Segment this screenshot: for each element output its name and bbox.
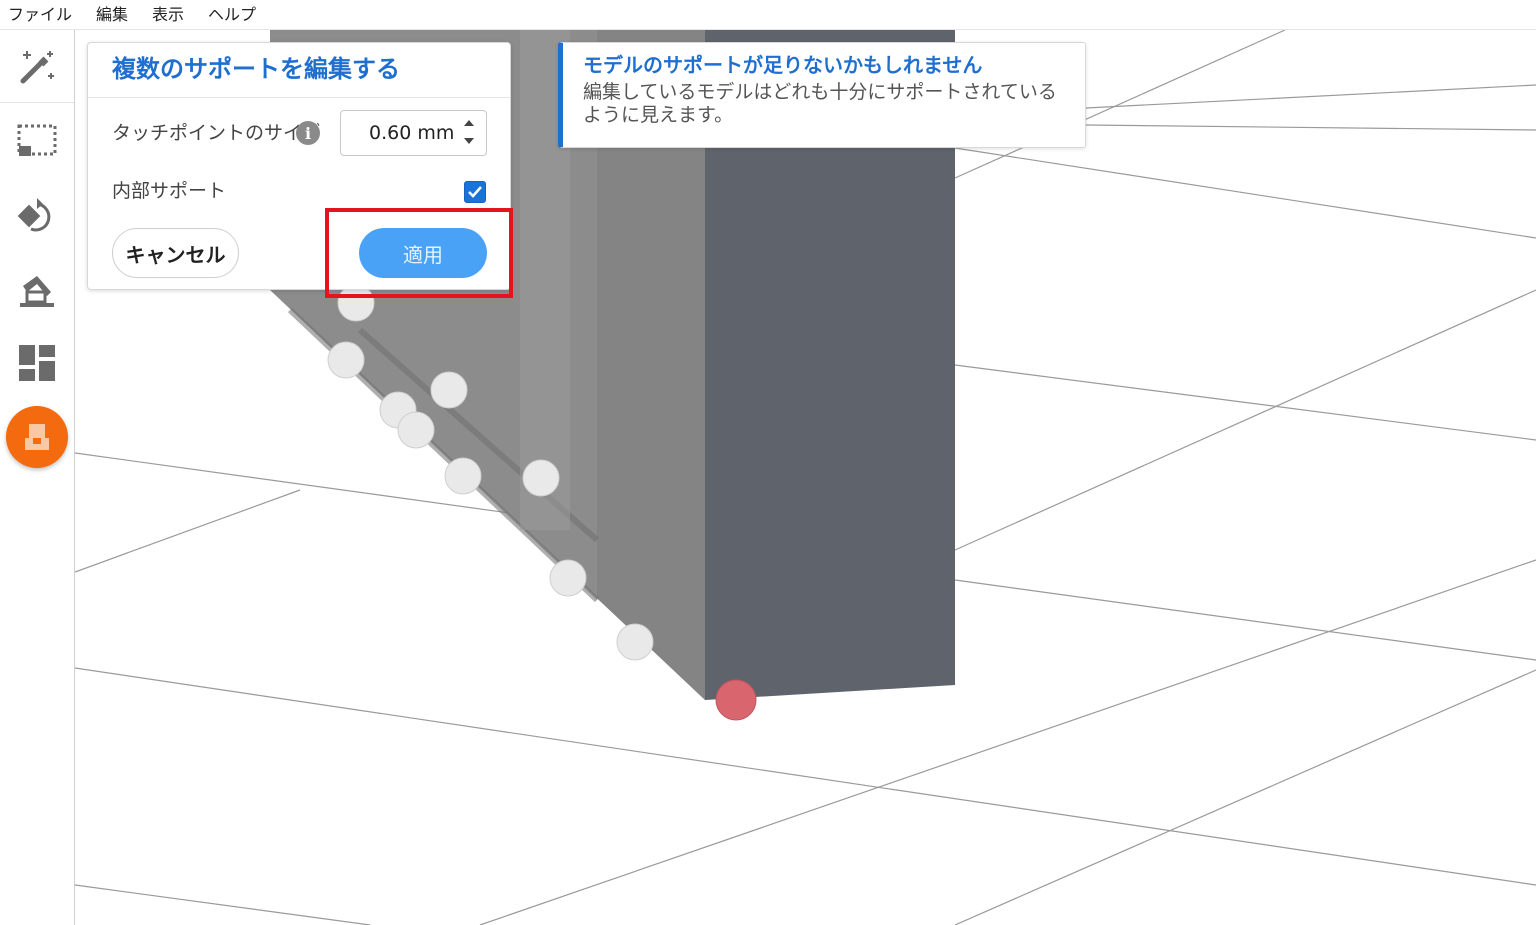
warning-title: モデルのサポートが足りないかもしれません: [583, 53, 983, 77]
toolbar-divider: [0, 102, 74, 103]
panel-title: 複数のサポートを編集する: [112, 55, 400, 83]
build-plate-icon: [20, 276, 54, 307]
checkmark-icon: [468, 186, 482, 198]
layout-icon: [19, 345, 55, 381]
selection-box-icon: [17, 124, 57, 156]
tool-layout[interactable]: [0, 328, 74, 398]
panel-divider: [88, 97, 510, 98]
menu-file[interactable]: ファイル: [8, 0, 72, 30]
cancel-button[interactable]: キャンセル: [112, 228, 239, 278]
stepper-down-icon[interactable]: [464, 138, 474, 144]
menu-view[interactable]: 表示: [152, 0, 184, 30]
menu-bar: ファイル 編集 表示 ヘルプ: [0, 0, 1536, 30]
touch-point-size-stepper[interactable]: 0.60 mm: [340, 110, 487, 156]
internal-support-checkbox[interactable]: [464, 181, 486, 203]
tool-rotate[interactable]: [0, 181, 74, 251]
tool-build-plate[interactable]: [0, 255, 74, 325]
left-toolbar: [0, 30, 75, 925]
menu-edit[interactable]: 編集: [96, 0, 128, 30]
info-icon[interactable]: i: [296, 121, 320, 145]
internal-support-label: 内部サポート: [112, 180, 227, 202]
touch-point-size-label: タッチポイントのサイズ: [112, 122, 321, 144]
support-warning: モデルのサポートが足りないかもしれません 編集しているモデルはどれも十分にサポー…: [558, 42, 1086, 148]
apply-highlight-box: [325, 208, 513, 298]
magic-wand-icon: [20, 51, 54, 84]
stepper-up-icon[interactable]: [464, 120, 474, 126]
warning-body: 編集しているモデルはどれも十分にサポートされているように見えます。: [583, 81, 1057, 126]
tool-supports[interactable]: [0, 402, 74, 472]
tool-selection-box[interactable]: [0, 106, 74, 176]
rotate-icon: [17, 198, 51, 232]
selected-support-point: [715, 679, 757, 721]
menu-help[interactable]: ヘルプ: [208, 0, 256, 30]
touch-point-size-value: 0.60 mm: [369, 122, 455, 144]
tool-magic-wand[interactable]: [0, 32, 74, 102]
supports-icon: [25, 424, 49, 450]
active-tool-indicator: [6, 406, 68, 468]
